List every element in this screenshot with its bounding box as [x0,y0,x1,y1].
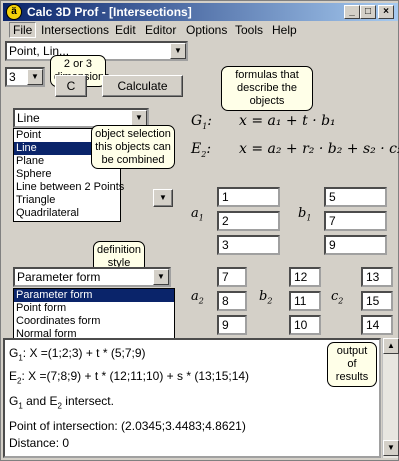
formula-g1-sub: 1 [202,121,208,131]
clear-button[interactable]: C [55,75,87,97]
object-type-value: Line [17,111,40,125]
vector-b1-label: b1 [298,206,312,223]
formula-g1-eq: x = a₁ + t · b₁ [239,113,336,129]
menu-editor[interactable]: Editor [145,23,176,37]
b2-z-field[interactable]: 10 [289,315,321,335]
b2-x-field[interactable]: 12 [289,267,321,287]
scroll-down-icon[interactable]: ▼ [383,440,399,456]
a1-y-field[interactable]: 2 [217,211,280,231]
a1-z-field[interactable]: 3 [217,235,280,255]
output-line-1: G1: X =(1;2;3) + t * (5;7;9) [9,346,146,363]
list-item[interactable]: Triangle [14,194,120,207]
vector-a1-label: a1 [191,206,204,223]
a2-x-field[interactable]: 7 [217,267,247,287]
b1-x-field[interactable]: 5 [324,187,387,207]
results-output[interactable]: G1: X =(1;2;3) + t * (5;7;9) E2: X =(7;8… [3,338,381,458]
formula-e2: E2: [191,141,212,159]
list-item[interactable]: Coordinates form [14,315,174,328]
chevron-down-icon[interactable]: ▼ [153,269,169,285]
callout-output: output of results [327,342,377,387]
output-line-4: Point of intersection: (2.0345;3.4483;4.… [9,419,246,433]
list-item[interactable]: Point form [14,302,174,315]
output-scrollbar[interactable]: ▲ ▼ [382,338,399,458]
minimize-button[interactable]: _ [344,5,360,19]
chevron-down-icon[interactable]: ▼ [131,110,147,126]
chevron-down-icon[interactable]: ▼ [170,43,186,59]
a1-x-field[interactable]: 1 [217,187,280,207]
dimensions-value: 3 [9,70,16,84]
vector-c2-label: c2 [331,289,344,306]
menu-edit[interactable]: Edit [115,23,136,37]
c2-y-field[interactable]: 15 [361,291,393,311]
vector-b2-label: b2 [259,289,273,306]
maximize-button[interactable]: □ [360,5,376,19]
a2-z-field[interactable]: 9 [217,315,247,335]
list-item[interactable]: Line between 2 Points [14,181,124,194]
list-item[interactable]: Quadrilateral [14,207,120,220]
definition-form-list[interactable]: Parameter form Point form Coordinates fo… [13,288,175,342]
menu-file[interactable]: File [9,22,37,38]
title-bar[interactable]: ä Calc 3D Prof - [Intersections] _ □ × [3,3,398,21]
window-title: Calc 3D Prof - [Intersections] [27,5,192,19]
menu-help[interactable]: Help [272,23,297,37]
list-item-selected[interactable]: Parameter form [14,289,174,302]
formula-g1: G1: [191,113,212,131]
c2-x-field[interactable]: 13 [361,267,393,287]
calculate-button[interactable]: Calculate [102,75,183,97]
list-item[interactable]: Sphere [14,168,120,181]
menu-bar: File Intersections Edit Editor Options T… [3,21,398,39]
b1-y-field[interactable]: 7 [324,211,387,231]
chevron-down-icon[interactable]: ▼ [153,189,173,207]
output-line-3: G1 and E2 intersect. [9,394,114,411]
callout-formulas: formulas that describe the objects [221,66,313,111]
definition-form-value: Parameter form [17,270,101,284]
scroll-up-icon[interactable]: ▲ [383,338,399,354]
output-line-2: E2: X =(7;8;9) + t * (12;11;10) + s * (1… [9,369,250,386]
a2-y-field[interactable]: 8 [217,291,247,311]
menu-intersections[interactable]: Intersections [41,23,109,37]
vector-a2-label: a2 [191,289,204,306]
chevron-down-icon[interactable]: ▼ [27,69,43,85]
formula-e2-label: E [191,141,202,157]
formula-g1-label: G [191,113,203,129]
c2-z-field[interactable]: 14 [361,315,393,335]
callout-object-selection: object selection this objects can be com… [91,125,175,169]
formula-e2-eq: x = a₂ + r₂ · b₂ + s₂ · c₂ [239,141,399,157]
close-button[interactable]: × [378,5,394,19]
app-icon[interactable]: ä [6,4,22,20]
menu-options[interactable]: Options [186,23,227,37]
formula-e2-sub: 2 [201,149,207,159]
app-window: ä Calc 3D Prof - [Intersections] _ □ × F… [0,0,399,461]
b2-y-field[interactable]: 11 [289,291,321,311]
dimensions-combo[interactable]: 3 ▼ [5,67,45,87]
output-line-5: Distance: 0 [9,436,70,450]
b1-z-field[interactable]: 9 [324,235,387,255]
menu-tools[interactable]: Tools [235,23,263,37]
definition-form-combo[interactable]: Parameter form ▼ [13,267,171,287]
